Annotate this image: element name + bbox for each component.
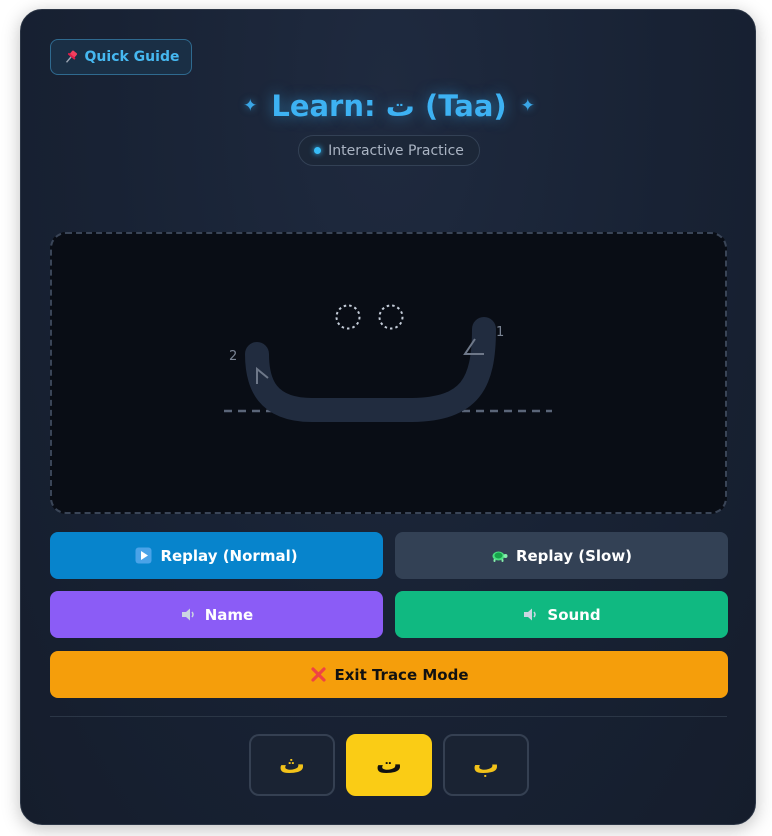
title-row: ✦ Learn: ت (Taa) ✦ — [21, 86, 757, 126]
stroke-number-label: 2 — [229, 349, 237, 364]
replay-normal-button[interactable]: Replay (Normal) — [50, 532, 383, 579]
replay-slow-button[interactable]: Replay (Slow) — [395, 532, 728, 579]
pushpin-icon — [65, 50, 77, 63]
turtle-icon — [492, 551, 508, 562]
letter-tile-baa[interactable]: ب — [443, 734, 529, 796]
page-title: Learn: ت (Taa) — [271, 89, 507, 123]
name-audio-button[interactable]: Name — [50, 591, 383, 638]
status-dot-icon — [314, 147, 322, 154]
letter-outline-stroke — [245, 317, 496, 422]
lesson-card: Quick Guide ✦ Learn: ت (Taa) ✦ Interacti… — [20, 9, 756, 825]
exit-trace-mode-label: Exit Trace Mode — [334, 665, 469, 684]
quick-guide-button[interactable]: Quick Guide — [50, 39, 192, 75]
sound-audio-label: Sound — [547, 605, 601, 624]
mode-badge-label: Interactive Practice — [328, 142, 464, 159]
exit-trace-mode-button[interactable]: Exit Trace Mode — [50, 651, 728, 698]
sparkle-icon: ✦ — [243, 96, 258, 116]
speaker-icon — [524, 608, 537, 621]
replay-slow-label: Replay (Slow) — [515, 546, 633, 565]
stroke-number-label: 1 — [496, 325, 504, 340]
sparkle-icon: ✦ — [520, 96, 535, 116]
name-audio-label: Name — [204, 605, 254, 624]
speaker-icon — [181, 608, 194, 621]
dot-guide-right — [378, 304, 404, 330]
sound-audio-button[interactable]: Sound — [395, 591, 728, 638]
trace-canvas[interactable]: 1 2 — [50, 232, 727, 514]
play-icon — [135, 547, 152, 564]
mode-badge: Interactive Practice — [298, 135, 480, 166]
trace-drawing: 1 2 — [224, 304, 552, 422]
section-divider — [50, 716, 727, 717]
replay-normal-label: Replay (Normal) — [160, 546, 298, 565]
close-x-icon — [310, 667, 326, 682]
quick-guide-label: Quick Guide — [84, 49, 180, 65]
dot-guide-left — [335, 304, 361, 330]
letter-tile-tha[interactable]: ث — [249, 734, 335, 796]
letter-tile-taa[interactable]: ت — [346, 734, 432, 796]
